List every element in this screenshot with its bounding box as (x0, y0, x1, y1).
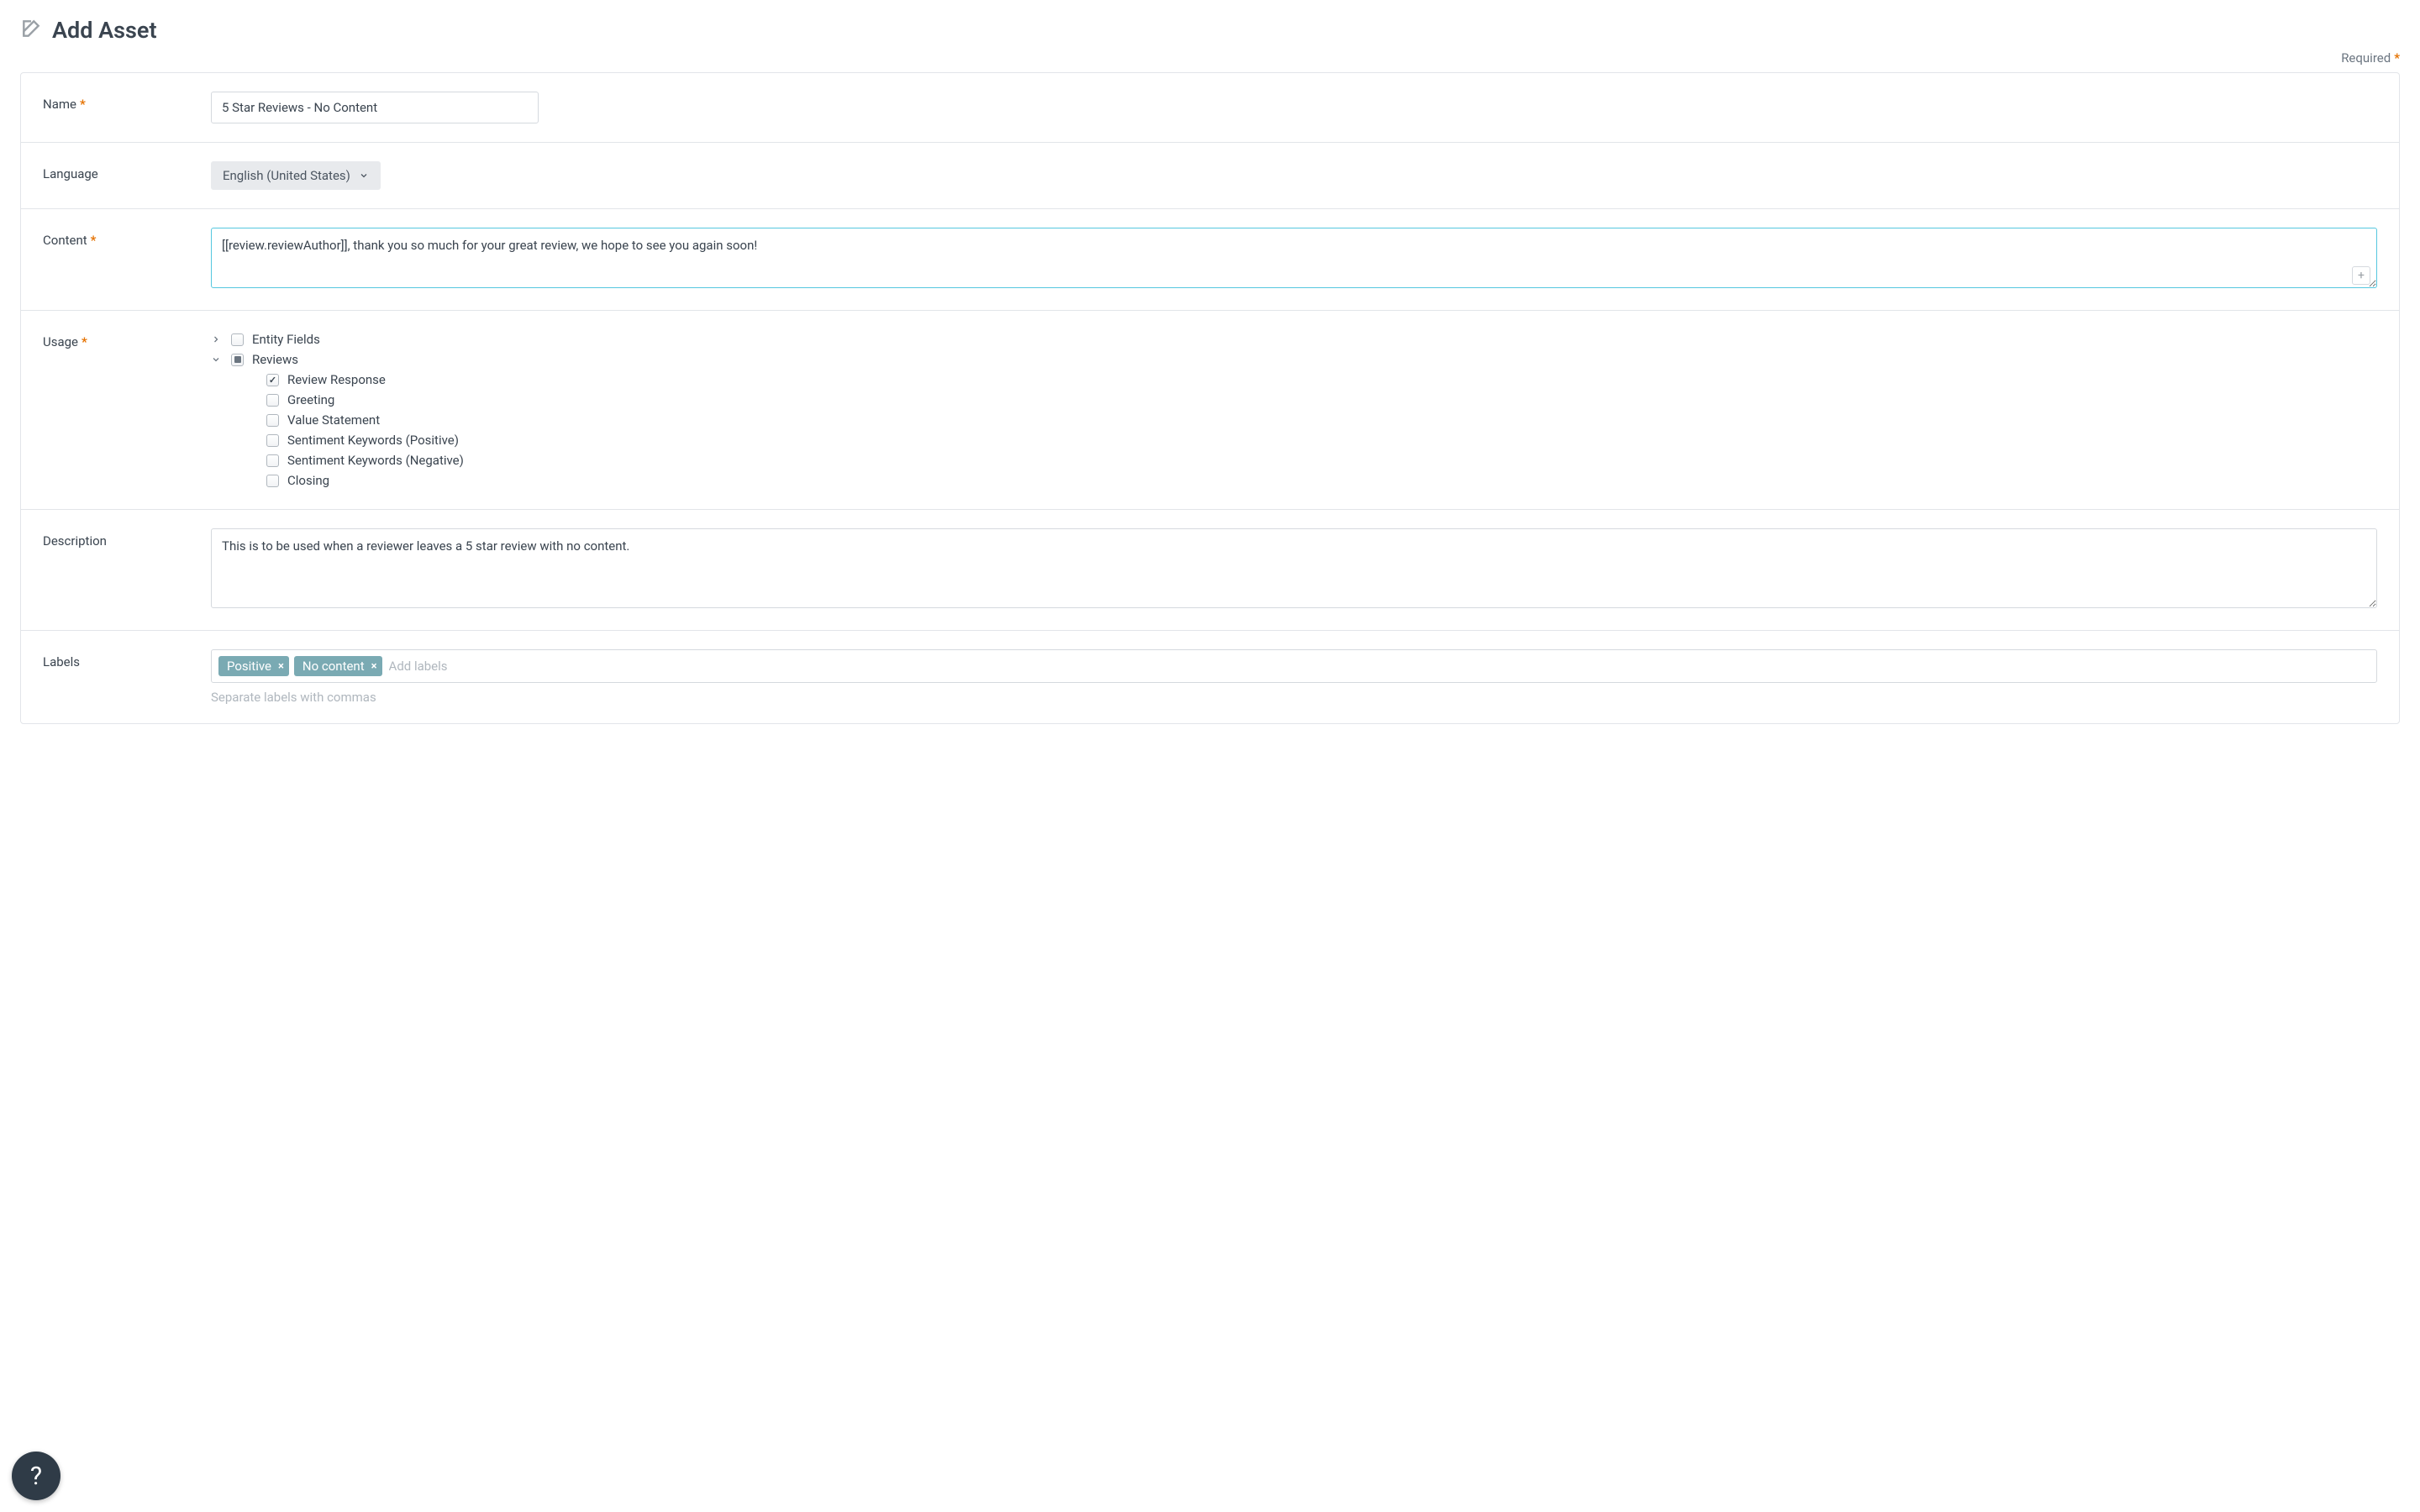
remove-label-icon[interactable]: × (278, 660, 284, 673)
label-chip: Positive × (218, 656, 289, 676)
description-label: Description (43, 528, 211, 612)
checkbox-sentiment-negative[interactable] (266, 454, 279, 467)
add-variable-button[interactable]: + (2352, 266, 2370, 285)
checkbox-sentiment-positive[interactable] (266, 434, 279, 447)
tree-node-reviews: Reviews (211, 349, 2377, 370)
label-chip: No content × (294, 656, 382, 676)
language-label: Language (43, 161, 211, 190)
required-indicator: Required* (20, 50, 2400, 66)
label-chip-text: No content (302, 659, 365, 674)
tree-label: Entity Fields (252, 332, 320, 347)
tree-node-value-statement: Value Statement (234, 410, 2377, 430)
tree-label: Sentiment Keywords (Positive) (287, 433, 459, 448)
tree-label: Greeting (287, 392, 334, 407)
usage-label: Usage* (43, 329, 211, 491)
checkbox-greeting[interactable] (266, 394, 279, 407)
tree-node-sentiment-negative: Sentiment Keywords (Negative) (234, 450, 2377, 470)
page-title: Add Asset (52, 17, 157, 44)
language-select[interactable]: English (United States) (211, 161, 381, 190)
content-label: Content* (43, 228, 211, 291)
usage-tree: Entity Fields Reviews Review Re (211, 329, 2377, 491)
edit-icon (20, 18, 42, 43)
tree-children-reviews: Review Response Greeting Value Statement (234, 370, 2377, 491)
tree-label: Review Response (287, 372, 386, 387)
remove-label-icon[interactable]: × (371, 660, 377, 673)
labels-label: Labels (43, 649, 211, 705)
row-description: Description (21, 510, 2399, 631)
tree-node-closing: Closing (234, 470, 2377, 491)
language-value: English (United States) (223, 168, 350, 183)
tree-node-entity-fields: Entity Fields (211, 329, 2377, 349)
tree-label: Sentiment Keywords (Negative) (287, 453, 464, 468)
row-usage: Usage* Entity Fields (21, 311, 2399, 510)
row-content: Content* + (21, 209, 2399, 311)
page-header: Add Asset (20, 17, 2400, 44)
chevron-down-icon[interactable] (211, 354, 223, 365)
row-labels: Labels Positive × No content × Separate … (21, 631, 2399, 723)
label-chip-text: Positive (227, 659, 271, 674)
tree-label: Closing (287, 473, 329, 488)
tree-node-greeting: Greeting (234, 390, 2377, 410)
labels-help-text: Separate labels with commas (211, 690, 2377, 705)
name-label: Name* (43, 92, 211, 123)
checkbox-entity-fields[interactable] (231, 333, 244, 346)
name-input[interactable] (211, 92, 539, 123)
tree-node-review-response: Review Response (234, 370, 2377, 390)
form-container: Name* Language English (United States) C (20, 72, 2400, 724)
tree-label: Value Statement (287, 412, 380, 428)
help-button[interactable]: ? (12, 1452, 60, 1500)
help-icon: ? (30, 1462, 42, 1491)
checkbox-closing[interactable] (266, 475, 279, 487)
content-textarea[interactable] (211, 228, 2377, 288)
checkbox-review-response[interactable] (266, 374, 279, 386)
labels-input[interactable] (387, 655, 558, 677)
chevron-right-icon[interactable] (211, 334, 223, 344)
checkbox-reviews[interactable] (231, 354, 244, 366)
chevron-down-icon (359, 168, 369, 183)
description-textarea[interactable] (211, 528, 2377, 608)
row-language: Language English (United States) (21, 143, 2399, 209)
checkbox-value-statement[interactable] (266, 414, 279, 427)
tree-node-sentiment-positive: Sentiment Keywords (Positive) (234, 430, 2377, 450)
row-name: Name* (21, 73, 2399, 143)
labels-box[interactable]: Positive × No content × (211, 649, 2377, 683)
tree-label: Reviews (252, 352, 298, 367)
